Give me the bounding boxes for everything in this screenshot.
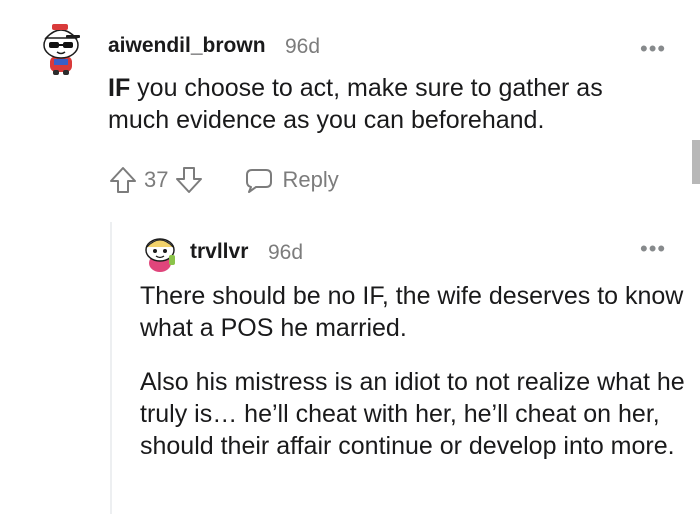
scrollbar-thumb[interactable] (692, 140, 700, 184)
comment-timestamp[interactable]: 96d (285, 35, 320, 59)
vote-score: 37 (144, 167, 169, 192)
reply-author[interactable]: trvllvr (190, 240, 248, 264)
user-avatar[interactable] (36, 18, 86, 76)
comment-thread: aiwendil_brown 96d ••• IF you choose to … (0, 0, 700, 514)
upvote-icon[interactable] (108, 165, 138, 195)
reply-button[interactable]: Reply (244, 166, 339, 194)
comment-actions: 37 Reply (108, 160, 339, 200)
reply-timestamp[interactable]: 96d (268, 241, 303, 265)
comment-body: IF you choose to act, make sure to gathe… (108, 72, 668, 136)
reply-paragraph: There should be no IF, the wife deserves… (140, 282, 684, 342)
downvote-icon[interactable] (174, 165, 204, 195)
thread-line[interactable] (110, 222, 112, 514)
speech-bubble-icon (246, 169, 273, 193)
comment-body-text: you choose to act, make sure to gather a… (108, 74, 603, 134)
reply-user-avatar[interactable] (140, 233, 180, 273)
reply-body: There should be no IF, the wife deserves… (140, 280, 685, 484)
more-options-icon[interactable]: ••• (640, 238, 666, 260)
reply-paragraph: Also his mistress is an idiot to not rea… (140, 368, 685, 460)
more-options-icon[interactable]: ••• (640, 38, 666, 60)
snoo-avatar-icon (145, 238, 175, 272)
reply-label: Reply (282, 167, 339, 192)
snoo-avatar-icon (43, 24, 80, 75)
comment-author[interactable]: aiwendil_brown (108, 34, 266, 58)
comment-body-emphasis: IF (108, 74, 131, 102)
